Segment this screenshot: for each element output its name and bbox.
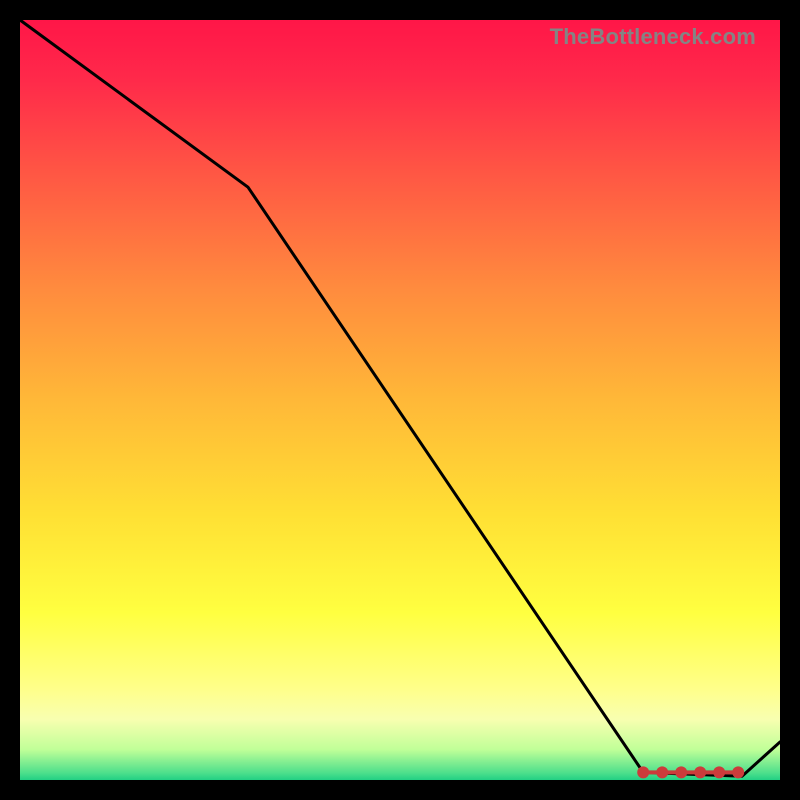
plot-area: TheBottleneck.com xyxy=(20,20,780,780)
chart-container: TheBottleneck.com xyxy=(0,0,800,800)
marker-dot xyxy=(656,766,668,778)
marker-dot xyxy=(732,766,744,778)
marker-dot xyxy=(675,766,687,778)
chart-svg xyxy=(20,20,780,780)
marker-dot xyxy=(637,766,649,778)
marker-dot xyxy=(713,766,725,778)
chart-line xyxy=(20,20,780,776)
marker-dot xyxy=(694,766,706,778)
